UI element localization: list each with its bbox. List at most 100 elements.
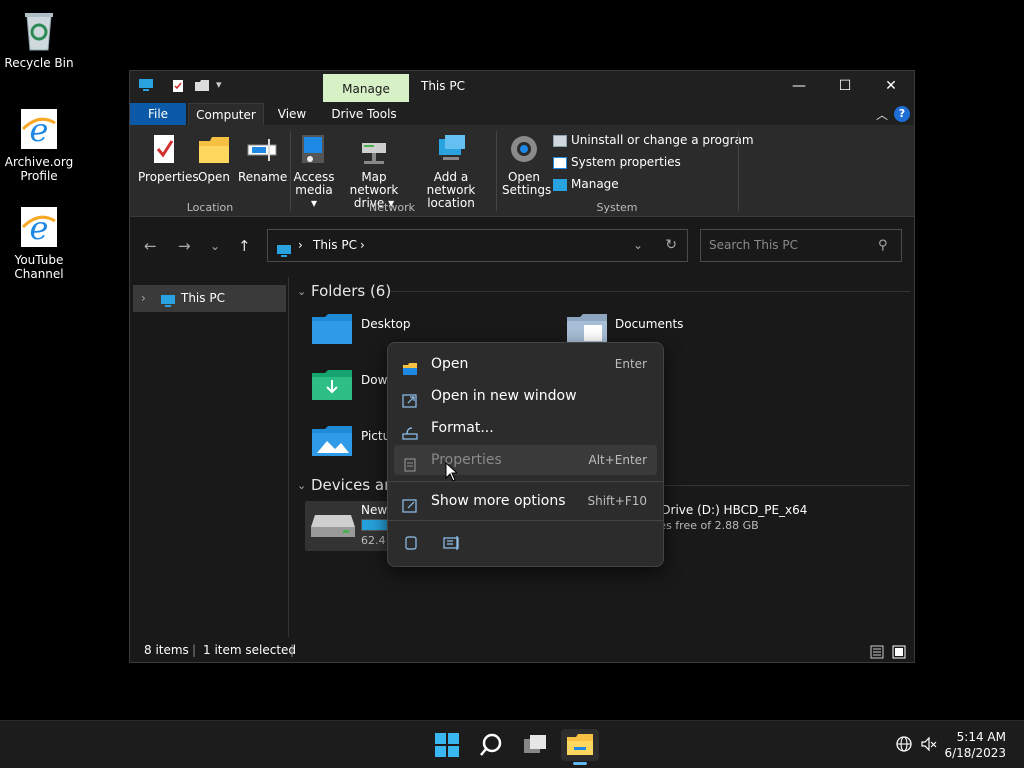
navigation-pane: › This PC <box>130 277 289 637</box>
forward-arrow-icon[interactable]: → <box>178 237 191 255</box>
refresh-icon[interactable]: ↻ <box>665 230 677 261</box>
add-network-location-button[interactable]: Add a network location <box>412 133 490 210</box>
system-properties-button[interactable]: System properties <box>553 153 681 171</box>
search-icon[interactable]: ⚲ <box>878 238 888 253</box>
file-explorer-taskbar-button[interactable] <box>561 729 599 765</box>
menu-item-open[interactable]: Open Enter <box>394 349 657 379</box>
close-button[interactable]: ✕ <box>868 71 914 101</box>
quick-access-folder-icon[interactable] <box>194 79 210 96</box>
quick-access-properties-icon[interactable] <box>172 79 184 97</box>
minimize-button[interactable]: — <box>776 71 822 101</box>
tab-manage-contextual[interactable]: Manage <box>323 74 409 102</box>
ribbon-tabs: File Computer View Drive Tools ︿ ? <box>130 103 914 125</box>
this-pc-icon <box>276 239 292 270</box>
network-icon[interactable] <box>895 735 913 757</box>
task-view-icon <box>524 735 546 753</box>
recycle-bin-icon <box>19 8 59 52</box>
system-properties-label: System properties <box>571 155 681 169</box>
recent-locations-chevron-icon[interactable]: ⌄ <box>210 239 220 253</box>
menu-item-show-more-options[interactable]: Show more options Shift+F10 <box>394 486 657 516</box>
open-settings-button[interactable]: Open Settings <box>502 133 551 197</box>
access-media-icon <box>298 133 330 167</box>
system-clock[interactable]: 5:14 AM 6/18/2023 <box>944 729 1006 761</box>
tab-view[interactable]: View <box>270 103 314 125</box>
ribbon-separator <box>738 131 739 211</box>
nav-item-label: This PC <box>181 291 225 305</box>
section-header-folders[interactable]: Folders (6) <box>311 282 391 300</box>
tab-file[interactable]: File <box>130 103 186 125</box>
breadcrumb[interactable]: This PC <box>313 230 357 261</box>
properties-label: Properties <box>138 170 199 184</box>
status-divider: | <box>192 643 197 657</box>
rename-icon[interactable] <box>443 535 461 555</box>
nav-item-this-pc[interactable]: › This PC <box>133 285 286 312</box>
up-arrow-icon[interactable]: ↑ <box>238 237 251 255</box>
volume-muted-icon[interactable] <box>920 735 938 757</box>
folder-label[interactable]: Documents <box>615 317 683 331</box>
task-view-button[interactable] <box>518 729 552 761</box>
breadcrumb-chevron-icon[interactable]: › <box>298 230 303 261</box>
map-network-drive-button[interactable]: Map network drive ▾ <box>338 133 410 210</box>
mouse-cursor <box>445 461 459 486</box>
menu-item-label: Open <box>431 356 469 372</box>
desktop-icon-recycle-bin[interactable]: Recycle Bin <box>1 8 77 70</box>
desktop-icon-archive-org[interactable]: e Archive.org Profile <box>1 107 77 183</box>
maximize-button[interactable]: ☐ <box>822 71 868 101</box>
access-media-label-2: media ▾ <box>295 183 333 210</box>
start-button[interactable] <box>430 729 464 761</box>
address-dropdown-icon[interactable]: ⌄ <box>633 230 643 261</box>
network-location-icon <box>435 133 467 167</box>
copy-icon[interactable] <box>404 535 418 555</box>
add-location-label-1: Add a network <box>426 170 476 197</box>
menu-item-label: Open in new window <box>431 388 577 404</box>
status-bar: 8 items | 1 item selected | <box>130 638 914 662</box>
menu-item-format[interactable]: Format... <box>394 413 657 443</box>
search-input[interactable]: Search This PC <box>700 229 902 262</box>
desktop-icon-youtube[interactable]: e YouTube Channel <box>1 205 77 281</box>
pictures-folder-icon[interactable] <box>311 425 353 457</box>
section-divider <box>390 291 910 292</box>
group-label-location: Location <box>186 201 234 214</box>
details-view-icon[interactable] <box>870 643 884 667</box>
address-bar[interactable]: › This PC › ⌄ ↻ <box>267 229 688 262</box>
context-menu: Open Enter Open in new window Format... … <box>387 342 664 567</box>
desktop-folder-icon[interactable] <box>311 313 353 345</box>
manage-computer-button[interactable]: Manage <box>553 175 619 193</box>
breadcrumb-chevron-icon[interactable]: › <box>360 230 365 261</box>
collapse-ribbon-icon[interactable]: ︿ <box>876 106 888 123</box>
menu-item-properties[interactable]: Properties Alt+Enter <box>394 445 657 475</box>
search-button[interactable] <box>474 729 508 761</box>
expand-chevron-icon[interactable]: › <box>141 285 146 312</box>
collapse-group-chevron-icon[interactable]: ⌄ <box>297 285 306 298</box>
properties-button[interactable]: Properties <box>138 133 199 184</box>
open-folder-icon <box>402 357 418 375</box>
uninstall-icon <box>553 134 567 147</box>
title-bar[interactable]: ▾ Manage This PC — ☐ ✕ <box>130 71 914 103</box>
group-label-system: System <box>596 201 638 214</box>
hard-drive-icon <box>311 511 355 543</box>
properties-icon <box>402 453 418 472</box>
uninstall-program-button[interactable]: Uninstall or change a program <box>553 131 754 149</box>
settings-gear-icon <box>508 133 540 167</box>
open-new-window-icon <box>402 389 418 408</box>
tab-drive-tools[interactable]: Drive Tools <box>326 103 402 125</box>
back-arrow-icon[interactable]: ← <box>144 237 157 255</box>
large-icons-view-icon[interactable] <box>892 643 906 667</box>
svg-text:e: e <box>30 209 49 247</box>
manage-label: Manage <box>571 177 619 191</box>
folder-label[interactable]: Desktop <box>361 317 411 331</box>
collapse-group-chevron-icon[interactable]: ⌄ <box>297 479 306 492</box>
help-icon[interactable]: ? <box>894 106 910 122</box>
menu-item-open-new-window[interactable]: Open in new window <box>394 381 657 411</box>
downloads-folder-icon[interactable] <box>311 369 353 401</box>
access-media-button[interactable]: Access media ▾ <box>292 133 336 210</box>
file-explorer-icon <box>567 734 593 755</box>
tab-computer[interactable]: Computer <box>188 103 264 125</box>
open-button[interactable]: Open <box>196 133 232 184</box>
uninstall-label: Uninstall or change a program <box>571 133 754 147</box>
clock-date: 6/18/2023 <box>944 746 1006 760</box>
rename-button[interactable]: Rename <box>238 133 287 184</box>
navigation-bar: ← → ⌄ ↑ › This PC › ⌄ ↻ Search This PC ⚲ <box>130 217 914 277</box>
documents-folder-icon[interactable] <box>566 313 608 345</box>
quick-access-dropdown-icon[interactable]: ▾ <box>216 78 222 91</box>
